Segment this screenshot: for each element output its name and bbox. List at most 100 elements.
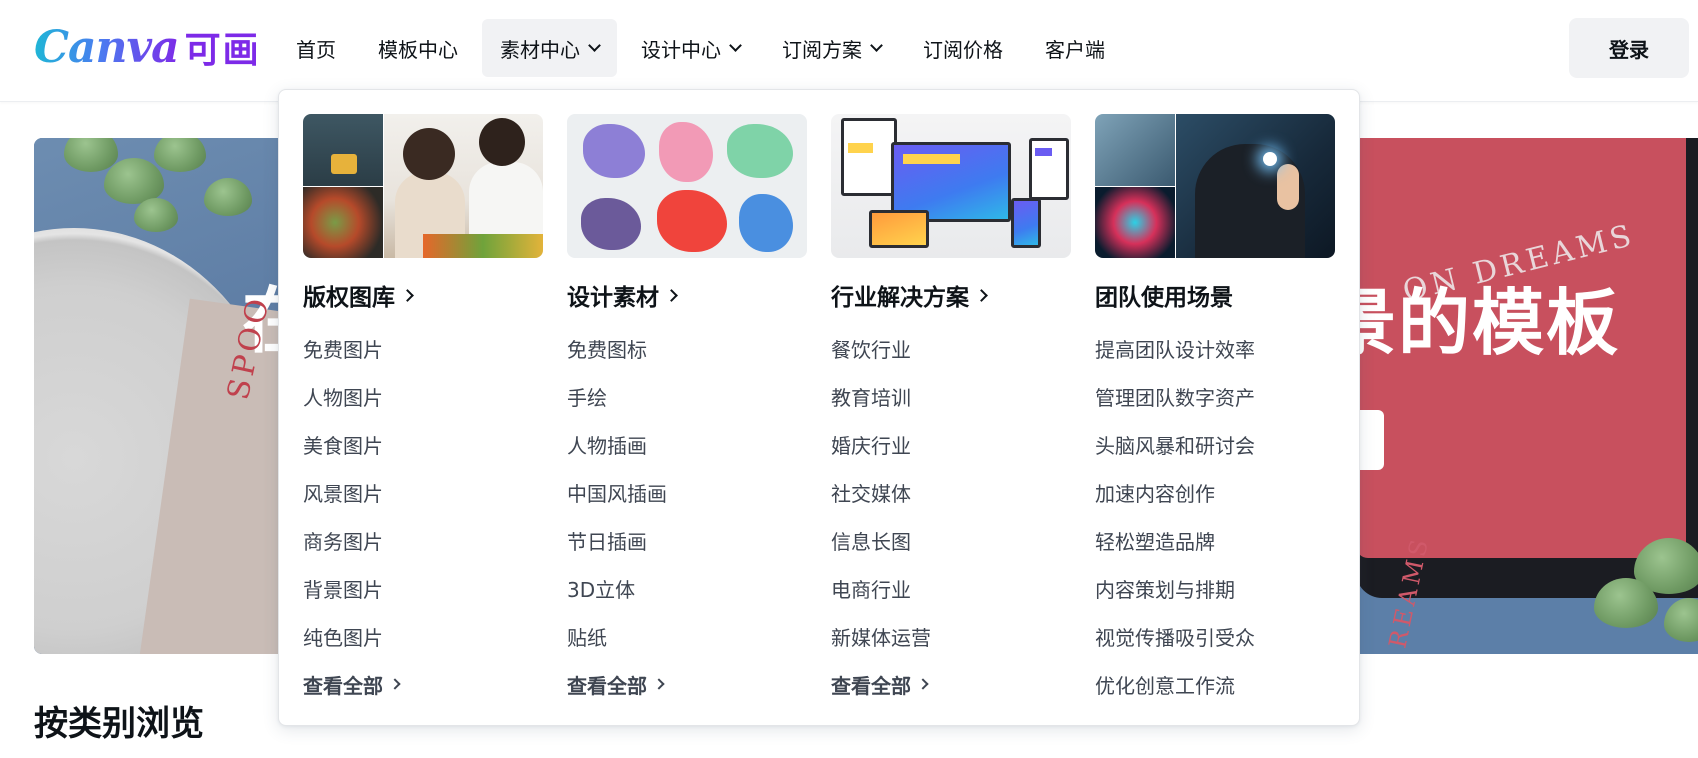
business-growth-image[interactable]: [1095, 114, 1335, 258]
nav-design-center[interactable]: 设计中心: [623, 19, 758, 77]
person-head-shape: [403, 128, 455, 180]
link-list: 餐饮行业 教育培训 婚庆行业 社交媒体 信息长图 电商行业 新媒体运营 查看全部: [831, 324, 1071, 708]
menu-link[interactable]: 头脑风暴和研讨会: [1095, 420, 1335, 468]
menu-link[interactable]: 免费图标: [567, 324, 807, 372]
hero-title: 景的模板: [1324, 281, 1621, 365]
screen-bar: [903, 153, 961, 165]
leo-illustration: [657, 190, 727, 252]
screen-bar: [848, 142, 873, 153]
assets-dropdown-menu: 版权图库 免费图片 人物图片 美食图片 风景图片 商务图片 背景图片 纯色图片 …: [278, 89, 1360, 726]
column-heading-link[interactable]: 行业解决方案: [831, 278, 1071, 312]
nav-client[interactable]: 客户端: [1027, 19, 1123, 77]
column-heading: 版权图库: [303, 285, 395, 311]
menu-link[interactable]: 教育培训: [831, 372, 1071, 420]
vegetables-shape: [423, 234, 543, 258]
device-screens-image[interactable]: [831, 114, 1071, 258]
screen-bar: [1034, 147, 1052, 156]
menu-link[interactable]: 信息长图: [831, 516, 1071, 564]
chevron-down-icon: [870, 38, 883, 52]
dropdown-column-industry-solutions: 行业解决方案 餐饮行业 教育培训 婚庆行业 社交媒体 信息长图 电商行业 新媒体…: [831, 114, 1071, 708]
column-heading: 团队使用场景: [1095, 278, 1335, 312]
laptop-screen-shape: [869, 210, 929, 248]
menu-link[interactable]: 人物插画: [567, 420, 807, 468]
scorpion-illustration: [583, 124, 645, 178]
main-nav: 首页 模板中心 素材中心 设计中心 订阅方案 订阅价格 客户端: [278, 19, 1129, 77]
nav-assets[interactable]: 素材中心: [482, 19, 617, 77]
column-heading: 行业解决方案: [831, 285, 969, 311]
menu-link[interactable]: 婚庆行业: [831, 420, 1071, 468]
screen-gradient: [872, 213, 926, 245]
menu-link[interactable]: 加速内容创作: [1095, 468, 1335, 516]
top-header: Canva 可画 首页 模板中心 素材中心 设计中心 订阅方案 订阅价格 客户端…: [0, 0, 1698, 102]
view-all-link[interactable]: 查看全部: [567, 660, 807, 708]
view-all-label: 查看全部: [567, 673, 647, 698]
chevron-down-icon: [588, 38, 601, 52]
dropdown-column-team-scenarios: 团队使用场景 提高团队设计效率 管理团队数字资产 头脑风暴和研讨会 加速内容创作…: [1095, 114, 1335, 708]
menu-link[interactable]: 社交媒体: [831, 468, 1071, 516]
nav-label: 首页: [296, 37, 336, 62]
virgo-illustration: [581, 198, 641, 250]
menu-link[interactable]: 纯色图片: [303, 612, 543, 660]
person-head-shape: [479, 118, 525, 166]
menu-link[interactable]: 商务图片: [303, 516, 543, 564]
view-all-link[interactable]: 查看全部: [303, 660, 543, 708]
view-all-label: 查看全部: [831, 673, 911, 698]
menu-link[interactable]: 轻松塑造品牌: [1095, 516, 1335, 564]
logo-cn-wordmark: 可画: [184, 30, 261, 71]
menu-link[interactable]: 电商行业: [831, 564, 1071, 612]
nav-home[interactable]: 首页: [278, 19, 354, 77]
menu-link[interactable]: 免费图片: [303, 324, 543, 372]
nav-pricing[interactable]: 订阅价格: [905, 19, 1021, 77]
column-heading-link[interactable]: 设计素材: [567, 278, 807, 312]
menu-link[interactable]: 3D立体: [567, 564, 807, 612]
menu-link[interactable]: 餐饮行业: [831, 324, 1071, 372]
nav-templates[interactable]: 模板中心: [360, 19, 476, 77]
menu-link[interactable]: 内容策划与排期: [1095, 564, 1335, 612]
leaf-image: [134, 198, 178, 232]
dropdown-column-stock-photos: 版权图库 免费图片 人物图片 美食图片 风景图片 商务图片 背景图片 纯色图片 …: [303, 114, 543, 708]
nav-label: 素材中心: [500, 37, 580, 62]
menu-link[interactable]: 节日插画: [567, 516, 807, 564]
photo-collage-image[interactable]: [303, 114, 543, 258]
menu-link[interactable]: 手绘: [567, 372, 807, 420]
canva-logo[interactable]: Canva 可画: [34, 22, 261, 73]
tablet-screen-shape: [841, 118, 897, 196]
zodiac-illustrations-image[interactable]: [567, 114, 807, 258]
chevron-right-icon: [401, 288, 414, 302]
chevron-right-icon: [665, 288, 678, 302]
login-button[interactable]: 登录: [1569, 18, 1689, 78]
menu-link[interactable]: 贴纸: [567, 612, 807, 660]
menu-link[interactable]: 风景图片: [303, 468, 543, 516]
nav-plans[interactable]: 订阅方案: [764, 19, 899, 77]
view-all-link[interactable]: 查看全部: [831, 660, 1071, 708]
chevron-right-icon: [653, 678, 665, 690]
menu-link[interactable]: 视觉传播吸引受众: [1095, 612, 1335, 660]
chevron-right-icon: [975, 288, 988, 302]
menu-link[interactable]: 人物图片: [303, 372, 543, 420]
phone-screen-shape: [1011, 198, 1041, 248]
nav-label: 客户端: [1045, 37, 1105, 62]
chevron-right-icon: [389, 678, 401, 690]
side-tablet-shape: [1029, 138, 1069, 200]
menu-link[interactable]: 优化创意工作流: [1095, 660, 1335, 708]
nav-label: 订阅价格: [923, 37, 1003, 62]
leaf-image: [154, 138, 206, 172]
link-list: 免费图片 人物图片 美食图片 风景图片 商务图片 背景图片 纯色图片 查看全部: [303, 324, 543, 708]
menu-link[interactable]: 新媒体运营: [831, 612, 1071, 660]
nav-label: 订阅方案: [782, 37, 862, 62]
hand-shape: [1277, 164, 1299, 210]
glow-point-shape: [1263, 152, 1277, 166]
menu-link[interactable]: 提高团队设计效率: [1095, 324, 1335, 372]
capricorn-illustration: [727, 124, 793, 178]
menu-link[interactable]: 中国风插画: [567, 468, 807, 516]
column-heading-link[interactable]: 版权图库: [303, 278, 543, 312]
chevron-down-icon: [729, 38, 742, 52]
screen-gradient: [1014, 201, 1038, 245]
menu-link[interactable]: 管理团队数字资产: [1095, 372, 1335, 420]
leaf-image: [204, 178, 252, 216]
browse-by-category-title: 按类别浏览: [34, 704, 204, 744]
column-heading-label: 团队使用场景: [1095, 285, 1233, 311]
aquarius-illustration: [739, 194, 793, 252]
menu-link[interactable]: 美食图片: [303, 420, 543, 468]
menu-link[interactable]: 背景图片: [303, 564, 543, 612]
